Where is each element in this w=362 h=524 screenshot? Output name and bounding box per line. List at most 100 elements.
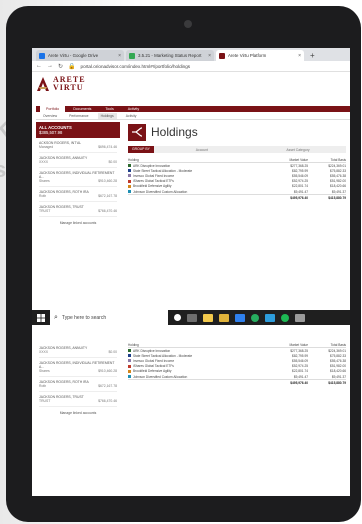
account-item[interactable]: JACKSON ROGERS, TRUST TRUST $766,470.46 — [39, 392, 117, 407]
app-icon[interactable] — [295, 313, 305, 322]
holdings-table: Holding Market Value Total Basis ARK Dis… — [128, 342, 346, 385]
holdings-icon — [128, 123, 146, 141]
new-tab-button[interactable]: + — [306, 50, 315, 61]
group-by-button[interactable]: GROUP BY — [128, 146, 154, 153]
app-logo[interactable]: ARETE VIRTU — [36, 76, 86, 92]
account-item[interactable]: JACKSON ROGERS, TRUST TRUST $766,470.46 — [39, 202, 117, 217]
holdings-panel: Holdings GROUP BY Account Asset Category… — [128, 122, 346, 310]
file-explorer-icon[interactable] — [219, 313, 229, 322]
nav-tools[interactable]: Tools — [99, 106, 119, 112]
table-row[interactable]: Johnson Diversified Custom Allocation $9… — [128, 374, 346, 379]
table-row[interactable]: Brookfield Defensive Agility $22,801.74 … — [128, 369, 346, 374]
task-view-icon[interactable] — [174, 314, 181, 321]
widgets-icon[interactable] — [187, 313, 197, 322]
color-swatch — [128, 190, 131, 194]
table-row[interactable]: ARK Disruptive Innovation $277,368.25 $2… — [128, 163, 346, 168]
browser-tab-report[interactable]: 3.5.21 - Marketing Status Report × — [126, 50, 214, 61]
table-row[interactable]: Brookfield Defensive Agility $22,801.74 … — [128, 184, 346, 189]
group-option-account[interactable]: Account — [154, 148, 250, 152]
table-row[interactable]: State Street Tactical Allocation - Moder… — [128, 353, 346, 358]
nav-portfolio[interactable]: Portfolio — [40, 106, 66, 112]
address-bar: ← → ↻ 🔒 portal.orionadvisor.com/index.ht… — [32, 61, 350, 72]
color-swatch — [128, 349, 131, 353]
browser-tab-drive[interactable]: Arete Virtu - Google Drive × — [36, 50, 124, 61]
table-total-row: $495,976.40 $415,880.79 — [128, 379, 346, 385]
color-swatch — [128, 169, 131, 173]
taskbar-search[interactable]: ⌕ Type here to search — [50, 310, 168, 325]
teams-icon[interactable] — [265, 313, 275, 322]
table-total-row: $495,976.40 $415,880.79 — [128, 194, 346, 200]
group-option-asset-category[interactable]: Asset Category — [250, 148, 346, 152]
color-swatch — [128, 184, 131, 188]
browser-tab-platform[interactable]: Arete Virtu Platform × — [216, 50, 304, 61]
page-title: Holdings — [151, 125, 198, 139]
forward-icon[interactable]: → — [47, 63, 53, 69]
tablet-device: Arete Virtu - Google Drive × 3.5.21 - Ma… — [6, 6, 361, 522]
color-swatch — [128, 174, 131, 178]
color-swatch — [128, 359, 131, 363]
manage-accounts-link[interactable]: Manage linked accounts — [39, 221, 117, 225]
manage-accounts-link[interactable]: Manage linked accounts — [39, 411, 117, 415]
holdings-table: Holding Market Value Total Basis ARK Dis… — [128, 157, 346, 200]
logo-mark-icon — [37, 77, 49, 91]
table-row[interactable]: ARK Disruptive Innovation $277,368.25 $2… — [128, 348, 346, 353]
nav-activity[interactable]: Activity — [122, 106, 145, 112]
windows-taskbar: ⌕ Type here to search — [32, 310, 350, 325]
browser-tab-bar: Arete Virtu - Google Drive × 3.5.21 - Ma… — [32, 48, 350, 61]
account-item[interactable]: JACKSON ROGERS, ROTH IRA Roth $672,167.78 — [39, 377, 117, 392]
second-screen-region: JACKSON ROGERS, ANNUITY XXXX $0.00 JACKSO… — [32, 325, 350, 496]
group-by-bar: GROUP BY Account Asset Category — [128, 146, 346, 153]
table-row[interactable]: Johnson Diversified Custom Allocation $9… — [128, 189, 346, 194]
all-accounts-header[interactable]: ALL ACCOUNTS $385,507.98 — [36, 122, 120, 138]
account-item[interactable]: JACKSON ROGERS, ANNUITY XXXX $0.00 — [39, 153, 117, 168]
drive-icon — [39, 52, 45, 59]
tablet-screen: Arete Virtu - Google Drive × 3.5.21 - Ma… — [32, 48, 350, 496]
account-item[interactable]: JACKSON ROGERS, INDIVIDUAL RETIREMENT A.… — [39, 358, 117, 377]
account-item[interactable]: ACKSON ROGERS, INT'AL Managed $696,474.46 — [39, 138, 117, 153]
subnav-overview[interactable]: Overview — [40, 113, 60, 119]
close-icon[interactable]: × — [208, 53, 211, 59]
windows-icon — [37, 313, 45, 322]
close-icon[interactable]: × — [118, 53, 121, 59]
color-swatch — [128, 375, 131, 379]
back-icon[interactable]: ← — [36, 63, 42, 69]
table-row[interactable]: State Street Tactical Allocation - Moder… — [128, 168, 346, 173]
spotify-icon[interactable] — [281, 313, 289, 322]
sub-nav: Overview Performance Holdings Activity — [36, 113, 350, 120]
table-row[interactable]: iShares Global Tactical ETFs $52,974.25 … — [128, 179, 346, 184]
table-row[interactable]: Invesco Global Fixed Income $55,546.09 $… — [128, 358, 346, 363]
app-window: ARETE VIRTU Portfolio Documents Tools Ac… — [32, 72, 350, 312]
color-swatch — [128, 354, 131, 358]
mail-icon[interactable] — [235, 313, 245, 322]
accounts-sidebar: ALL ACCOUNTS $385,507.98 ACKSON ROGERS, … — [36, 122, 120, 310]
close-icon[interactable]: × — [298, 53, 301, 59]
color-swatch — [128, 179, 131, 183]
color-swatch — [128, 164, 131, 168]
arete-icon — [219, 52, 225, 59]
color-swatch — [128, 369, 131, 373]
account-item[interactable]: JACKSON ROGERS, ANNUITY XXXX $0.00 — [39, 343, 117, 358]
subnav-performance[interactable]: Performance — [66, 113, 91, 119]
camera-icon — [184, 20, 192, 28]
subnav-holdings[interactable]: Holdings — [97, 113, 117, 119]
accounts-sidebar: JACKSON ROGERS, ANNUITY XXXX $0.00 JACKSO… — [36, 343, 120, 463]
edge-icon[interactable] — [251, 313, 259, 322]
search-icon: ⌕ — [54, 313, 58, 321]
table-row[interactable]: Invesco Global Fixed Income $55,546.09 $… — [128, 173, 346, 178]
windows-start-button[interactable] — [32, 310, 50, 325]
account-item[interactable]: JACKSON ROGERS, ROTH IRA Roth $672,167.78 — [39, 187, 117, 202]
store-icon[interactable] — [203, 313, 213, 322]
lock-icon: 🔒 — [68, 63, 76, 70]
table-row[interactable]: iShares Global Tactical ETFs $52,974.25 … — [128, 364, 346, 369]
nav-documents[interactable]: Documents — [67, 106, 97, 112]
subnav-activity[interactable]: Activity — [123, 113, 140, 119]
account-list: JACKSON ROGERS, ANNUITY XXXX $0.00 JACKSO… — [36, 343, 120, 415]
color-swatch — [128, 364, 131, 368]
url-field[interactable]: portal.orionadvisor.com/index.html#!/por… — [81, 64, 346, 69]
photo-scene: K s Arete Virtu - Google Drive × 3.5.21 … — [0, 0, 362, 524]
account-list: ACKSON ROGERS, INT'AL Managed $696,474.46… — [36, 138, 120, 225]
reload-icon[interactable]: ↻ — [58, 63, 63, 70]
main-nav: Portfolio Documents Tools Activity — [36, 106, 350, 112]
account-item[interactable]: JACKSON ROGERS, INDIVIDUAL RETIREMENT A.… — [39, 168, 117, 187]
sheets-icon — [129, 52, 135, 59]
